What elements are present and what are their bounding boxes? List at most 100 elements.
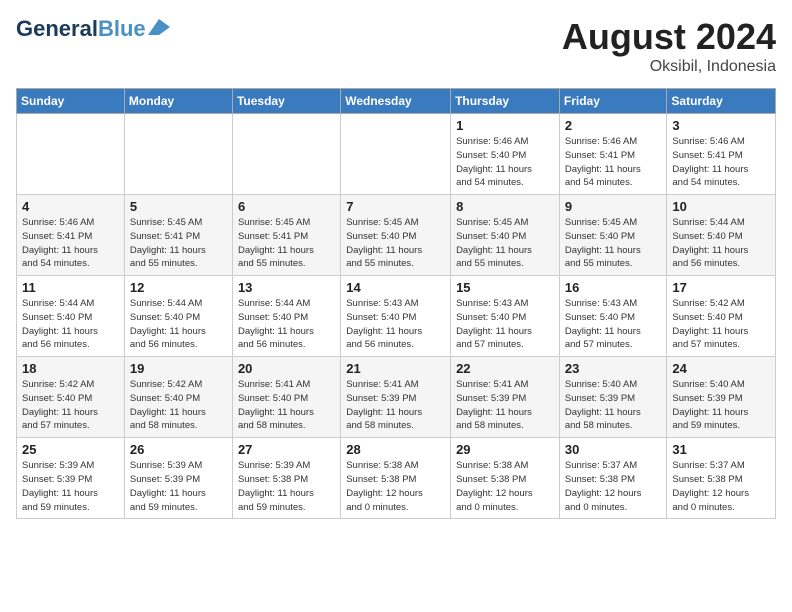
- calendar-cell: [124, 114, 232, 195]
- cell-info: Sunrise: 5:43 AM Sunset: 5:40 PM Dayligh…: [346, 297, 445, 352]
- calendar-cell: 4 Sunrise: 5:46 AM Sunset: 5:41 PM Daylig…: [17, 195, 125, 276]
- logo: General Blue: [16, 16, 170, 42]
- cell-info: Sunrise: 5:46 AM Sunset: 5:41 PM Dayligh…: [22, 216, 119, 271]
- cell-info: Sunrise: 5:45 AM Sunset: 5:40 PM Dayligh…: [456, 216, 554, 271]
- cell-info: Sunrise: 5:42 AM Sunset: 5:40 PM Dayligh…: [672, 297, 770, 352]
- cell-info: Sunrise: 5:45 AM Sunset: 5:41 PM Dayligh…: [130, 216, 227, 271]
- day-header-wednesday: Wednesday: [341, 89, 451, 114]
- day-number: 5: [130, 199, 227, 214]
- cell-info: Sunrise: 5:41 AM Sunset: 5:39 PM Dayligh…: [456, 378, 554, 433]
- cell-info: Sunrise: 5:42 AM Sunset: 5:40 PM Dayligh…: [22, 378, 119, 433]
- calendar-cell: 11 Sunrise: 5:44 AM Sunset: 5:40 PM Dayli…: [17, 276, 125, 357]
- day-header-sunday: Sunday: [17, 89, 125, 114]
- calendar-cell: 19 Sunrise: 5:42 AM Sunset: 5:40 PM Dayli…: [124, 357, 232, 438]
- day-number: 10: [672, 199, 770, 214]
- calendar-cell: 28 Sunrise: 5:38 AM Sunset: 5:38 PM Dayli…: [341, 438, 451, 519]
- day-number: 6: [238, 199, 335, 214]
- day-number: 16: [565, 280, 662, 295]
- calendar-cell: 7 Sunrise: 5:45 AM Sunset: 5:40 PM Daylig…: [341, 195, 451, 276]
- cell-info: Sunrise: 5:40 AM Sunset: 5:39 PM Dayligh…: [565, 378, 662, 433]
- day-number: 22: [456, 361, 554, 376]
- location: Oksibil, Indonesia: [562, 58, 776, 76]
- day-header-saturday: Saturday: [667, 89, 776, 114]
- calendar-cell: 5 Sunrise: 5:45 AM Sunset: 5:41 PM Daylig…: [124, 195, 232, 276]
- day-number: 26: [130, 442, 227, 457]
- day-header-friday: Friday: [559, 89, 667, 114]
- day-number: 25: [22, 442, 119, 457]
- cell-info: Sunrise: 5:44 AM Sunset: 5:40 PM Dayligh…: [22, 297, 119, 352]
- day-number: 1: [456, 118, 554, 133]
- calendar-cell: 12Sunrise: 5:44 AM Sunset: 5:40 PM Dayli…: [124, 276, 232, 357]
- calendar-cell: 3Sunrise: 5:46 AM Sunset: 5:41 PM Daylig…: [667, 114, 776, 195]
- calendar-header-row: SundayMondayTuesdayWednesdayThursdayFrid…: [17, 89, 776, 114]
- day-number: 4: [22, 199, 119, 214]
- calendar-cell: 30 Sunrise: 5:37 AM Sunset: 5:38 PM Dayli…: [559, 438, 667, 519]
- cell-info: Sunrise: 5:39 AM Sunset: 5:39 PM Dayligh…: [22, 459, 119, 514]
- calendar-cell: 14 Sunrise: 5:43 AM Sunset: 5:40 PM Dayli…: [341, 276, 451, 357]
- cell-info: Sunrise: 5:41 AM Sunset: 5:40 PM Dayligh…: [238, 378, 335, 433]
- cell-info: Sunrise: 5:44 AM Sunset: 5:40 PM Dayligh…: [672, 216, 770, 271]
- calendar-cell: 6 Sunrise: 5:45 AM Sunset: 5:41 PM Daylig…: [232, 195, 340, 276]
- day-header-tuesday: Tuesday: [232, 89, 340, 114]
- calendar-week-row: 18 Sunrise: 5:42 AM Sunset: 5:40 PM Dayli…: [17, 357, 776, 438]
- calendar-week-row: 4 Sunrise: 5:46 AM Sunset: 5:41 PM Daylig…: [17, 195, 776, 276]
- day-number: 21: [346, 361, 445, 376]
- calendar-cell: 8 Sunrise: 5:45 AM Sunset: 5:40 PM Daylig…: [451, 195, 560, 276]
- calendar-cell: [232, 114, 340, 195]
- logo-icon: [148, 19, 170, 35]
- day-number: 28: [346, 442, 445, 457]
- day-number: 8: [456, 199, 554, 214]
- calendar-cell: 24 Sunrise: 5:40 AM Sunset: 5:39 PM Dayli…: [667, 357, 776, 438]
- day-number: 11: [22, 280, 119, 295]
- day-header-monday: Monday: [124, 89, 232, 114]
- month-year: August 2024: [562, 16, 776, 58]
- calendar-cell: 29 Sunrise: 5:38 AM Sunset: 5:38 PM Dayli…: [451, 438, 560, 519]
- title-block: August 2024 Oksibil, Indonesia: [562, 16, 776, 76]
- day-number: 20: [238, 361, 335, 376]
- calendar-cell: 20 Sunrise: 5:41 AM Sunset: 5:40 PM Dayli…: [232, 357, 340, 438]
- day-number: 3: [672, 118, 770, 133]
- page-header: General Blue August 2024 Oksibil, Indone…: [16, 16, 776, 76]
- calendar-cell: [17, 114, 125, 195]
- calendar-cell: 15Sunrise: 5:43 AM Sunset: 5:40 PM Dayli…: [451, 276, 560, 357]
- day-number: 14: [346, 280, 445, 295]
- day-number: 18: [22, 361, 119, 376]
- logo-blue: Blue: [98, 16, 146, 42]
- day-number: 13: [238, 280, 335, 295]
- cell-info: Sunrise: 5:42 AM Sunset: 5:40 PM Dayligh…: [130, 378, 227, 433]
- cell-info: Sunrise: 5:39 AM Sunset: 5:39 PM Dayligh…: [130, 459, 227, 514]
- calendar-cell: 31Sunrise: 5:37 AM Sunset: 5:38 PM Dayli…: [667, 438, 776, 519]
- day-number: 24: [672, 361, 770, 376]
- day-number: 17: [672, 280, 770, 295]
- cell-info: Sunrise: 5:38 AM Sunset: 5:38 PM Dayligh…: [456, 459, 554, 514]
- calendar-cell: 23 Sunrise: 5:40 AM Sunset: 5:39 PM Dayli…: [559, 357, 667, 438]
- cell-info: Sunrise: 5:43 AM Sunset: 5:40 PM Dayligh…: [565, 297, 662, 352]
- cell-info: Sunrise: 5:39 AM Sunset: 5:38 PM Dayligh…: [238, 459, 335, 514]
- cell-info: Sunrise: 5:38 AM Sunset: 5:38 PM Dayligh…: [346, 459, 445, 514]
- cell-info: Sunrise: 5:45 AM Sunset: 5:41 PM Dayligh…: [238, 216, 335, 271]
- calendar-week-row: 25 Sunrise: 5:39 AM Sunset: 5:39 PM Dayli…: [17, 438, 776, 519]
- calendar-cell: 16 Sunrise: 5:43 AM Sunset: 5:40 PM Dayli…: [559, 276, 667, 357]
- cell-info: Sunrise: 5:40 AM Sunset: 5:39 PM Dayligh…: [672, 378, 770, 433]
- calendar-cell: 22 Sunrise: 5:41 AM Sunset: 5:39 PM Dayli…: [451, 357, 560, 438]
- day-number: 29: [456, 442, 554, 457]
- calendar-cell: 17 Sunrise: 5:42 AM Sunset: 5:40 PM Dayli…: [667, 276, 776, 357]
- day-number: 23: [565, 361, 662, 376]
- cell-info: Sunrise: 5:44 AM Sunset: 5:40 PM Dayligh…: [130, 297, 227, 352]
- calendar-cell: 13Sunrise: 5:44 AM Sunset: 5:40 PM Dayli…: [232, 276, 340, 357]
- day-number: 19: [130, 361, 227, 376]
- day-number: 9: [565, 199, 662, 214]
- cell-info: Sunrise: 5:46 AM Sunset: 5:40 PM Dayligh…: [456, 135, 554, 190]
- day-number: 30: [565, 442, 662, 457]
- cell-info: Sunrise: 5:37 AM Sunset: 5:38 PM Dayligh…: [565, 459, 662, 514]
- calendar-cell: 25 Sunrise: 5:39 AM Sunset: 5:39 PM Dayli…: [17, 438, 125, 519]
- calendar-table: SundayMondayTuesdayWednesdayThursdayFrid…: [16, 88, 776, 519]
- day-number: 7: [346, 199, 445, 214]
- calendar-cell: [341, 114, 451, 195]
- cell-info: Sunrise: 5:45 AM Sunset: 5:40 PM Dayligh…: [565, 216, 662, 271]
- cell-info: Sunrise: 5:45 AM Sunset: 5:40 PM Dayligh…: [346, 216, 445, 271]
- day-number: 27: [238, 442, 335, 457]
- calendar-week-row: 1 Sunrise: 5:46 AM Sunset: 5:40 PM Daylig…: [17, 114, 776, 195]
- calendar-cell: 2Sunrise: 5:46 AM Sunset: 5:41 PM Daylig…: [559, 114, 667, 195]
- calendar-cell: 10 Sunrise: 5:44 AM Sunset: 5:40 PM Dayli…: [667, 195, 776, 276]
